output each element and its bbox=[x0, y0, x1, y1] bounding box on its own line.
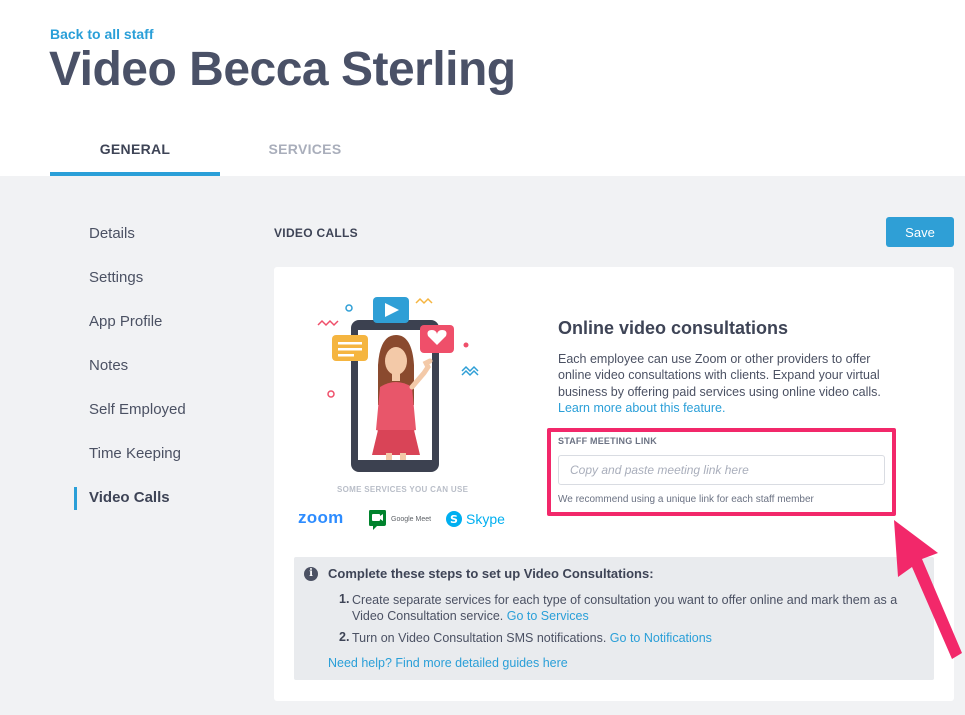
skype-logo-text: Skype bbox=[466, 511, 505, 527]
step-number: 2. bbox=[339, 630, 350, 644]
tab-services[interactable]: SERVICES bbox=[220, 141, 390, 176]
svg-text:S: S bbox=[450, 513, 458, 526]
go-to-notifications-link[interactable]: Go to Notifications bbox=[610, 631, 712, 645]
services-caption: SOME SERVICES YOU CAN USE bbox=[337, 485, 469, 494]
pointer-arrow-icon bbox=[894, 520, 962, 659]
tab-general[interactable]: GENERAL bbox=[50, 141, 220, 176]
section-title: VIDEO CALLS bbox=[274, 226, 358, 240]
consultations-title: Online video consultations bbox=[558, 318, 789, 338]
sidebar-active-indicator bbox=[74, 487, 77, 510]
step-item: Turn on Video Consultation SMS notificat… bbox=[352, 630, 912, 646]
consultations-description: Each employee can use Zoom or other prov… bbox=[558, 351, 893, 416]
skype-logo: S Skype bbox=[445, 510, 505, 528]
skype-icon: S bbox=[446, 511, 462, 527]
sidebar-item-details[interactable]: Details bbox=[89, 225, 135, 242]
step-text: Create separate services for each type o… bbox=[352, 593, 898, 623]
sidebar-item-time-keeping[interactable]: Time Keeping bbox=[89, 445, 181, 462]
google-meet-logo-text: Google Meet bbox=[391, 515, 432, 523]
sidebar-item-self-employed[interactable]: Self Employed bbox=[89, 401, 186, 418]
learn-more-link[interactable]: Learn more about this feature. bbox=[558, 401, 725, 415]
help-guides-link[interactable]: Need help? Find more detailed guides her… bbox=[328, 656, 568, 670]
consultations-description-text: Each employee can use Zoom or other prov… bbox=[558, 352, 881, 399]
page-header: Back to all staff Video Becca Sterling G… bbox=[0, 0, 965, 176]
video-consultation-illustration-icon bbox=[317, 297, 479, 472]
zoom-logo: zoom bbox=[298, 508, 344, 527]
meeting-link-label: STAFF MEETING LINK bbox=[558, 436, 657, 446]
go-to-services-link[interactable]: Go to Services bbox=[507, 609, 589, 623]
sidebar-item-settings[interactable]: Settings bbox=[89, 269, 143, 286]
save-button[interactable]: Save bbox=[886, 217, 954, 247]
step-text: Turn on Video Consultation SMS notificat… bbox=[352, 631, 607, 645]
google-meet-logo: Google Meet bbox=[368, 508, 431, 530]
info-icon: i bbox=[304, 567, 318, 581]
sidebar-item-app-profile[interactable]: App Profile bbox=[89, 313, 162, 330]
step-item: Create separate services for each type o… bbox=[352, 592, 912, 624]
step-number: 1. bbox=[339, 592, 350, 606]
google-meet-icon bbox=[369, 509, 386, 530]
sidebar-item-video-calls[interactable]: Video Calls bbox=[89, 489, 170, 506]
meeting-link-hint: We recommend using a unique link for eac… bbox=[558, 494, 814, 505]
meeting-link-input[interactable] bbox=[558, 455, 885, 485]
setup-steps-title: Complete these steps to set up Video Con… bbox=[328, 566, 654, 581]
page-title: Video Becca Sterling bbox=[49, 43, 516, 96]
back-to-staff-link[interactable]: Back to all staff bbox=[50, 26, 153, 42]
sidebar-item-notes[interactable]: Notes bbox=[89, 357, 128, 374]
